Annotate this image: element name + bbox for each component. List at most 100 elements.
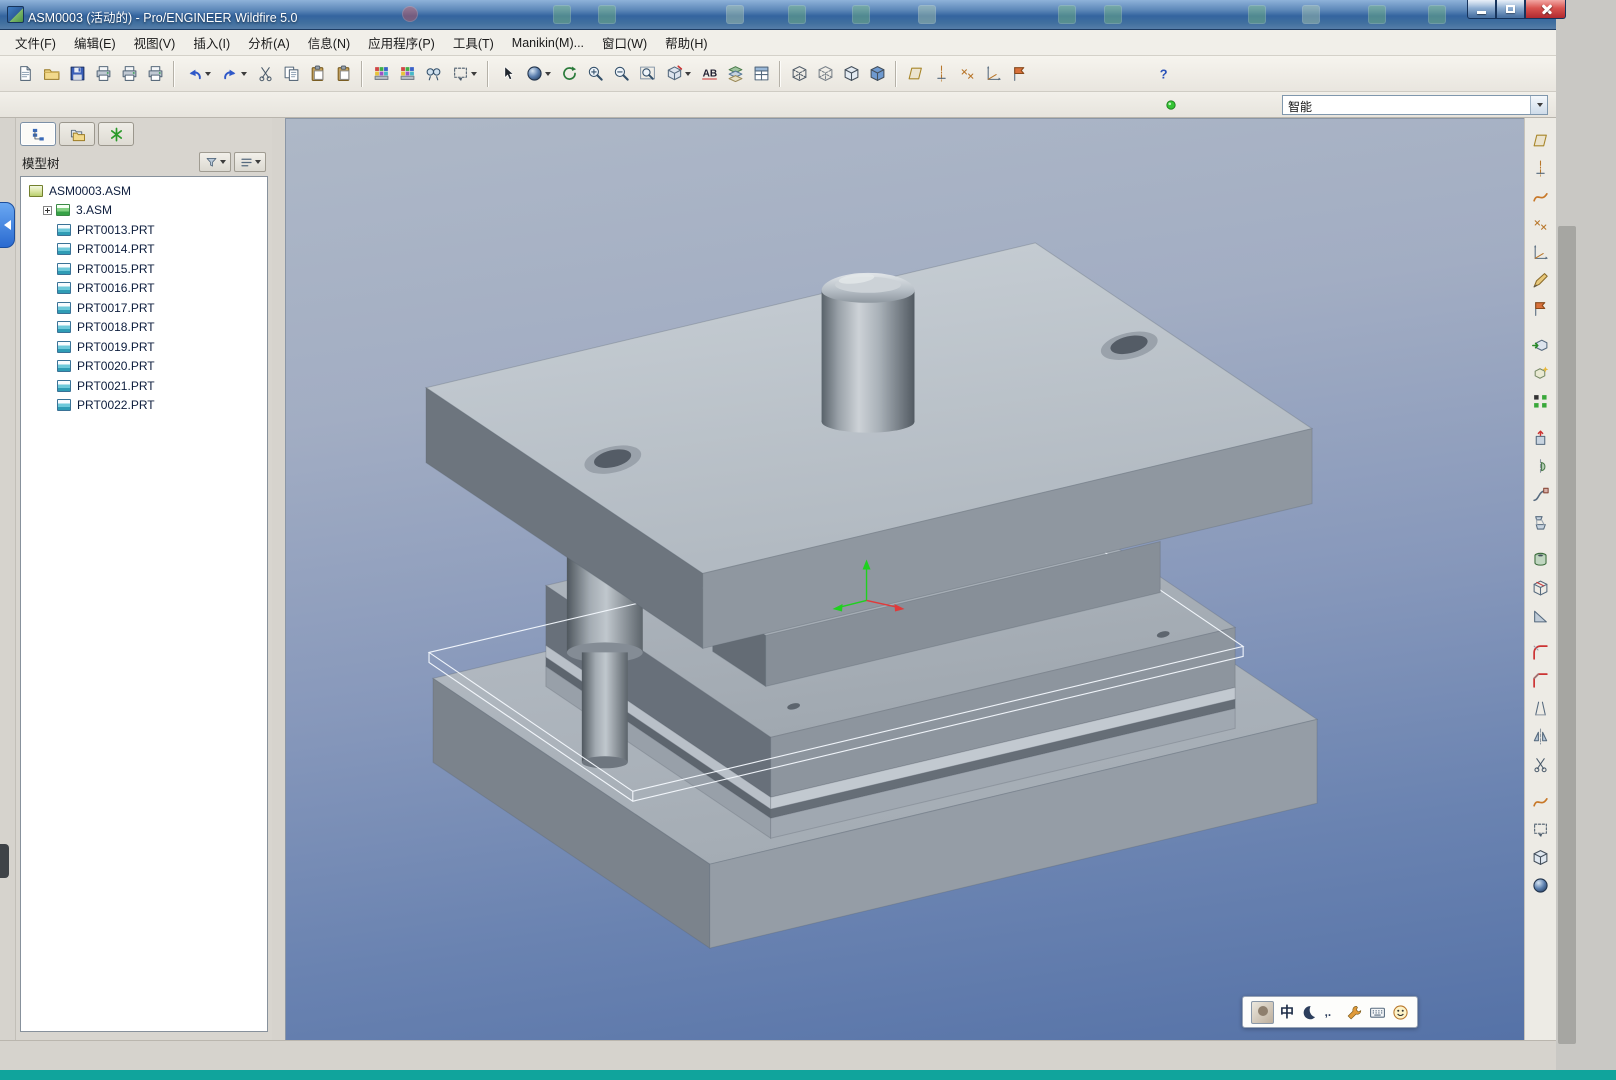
menu-tools[interactable]: 工具(T) (444, 29, 503, 56)
paste-button[interactable] (304, 60, 330, 88)
refit-button[interactable] (634, 60, 660, 88)
hidden-line-display-button[interactable] (812, 60, 838, 88)
sketch-tool-button[interactable] (1528, 268, 1553, 293)
save-file-button[interactable] (64, 60, 90, 88)
menu-analysis[interactable]: 分析(A) (239, 29, 299, 56)
tree-row[interactable]: PRT0021.PRT (21, 376, 267, 396)
layers-button[interactable] (722, 60, 748, 88)
model-shank-cylinder[interactable] (822, 272, 915, 432)
panel-sash[interactable] (272, 118, 285, 1040)
sweep-tool-button[interactable] (1528, 482, 1553, 507)
minimize-button[interactable] (1467, 0, 1496, 19)
plot-button[interactable] (142, 60, 168, 88)
copy-button[interactable] (278, 60, 304, 88)
ime-logo-button[interactable] (1251, 1001, 1274, 1024)
select-items-button[interactable] (494, 60, 520, 88)
new-file-button[interactable] (12, 60, 38, 88)
zoom-out-button[interactable] (608, 60, 634, 88)
no-hidden-display-button[interactable] (838, 60, 864, 88)
folder-browser-tab[interactable] (59, 122, 95, 146)
3d-model-canvas[interactable] (286, 119, 1524, 1040)
cut-button[interactable] (252, 60, 278, 88)
shell-tool-button[interactable] (1528, 575, 1553, 600)
draft-tool-button[interactable] (1528, 696, 1553, 721)
menu-view[interactable]: 视图(V) (125, 29, 185, 56)
tree-row[interactable]: PRT0015.PRT (21, 259, 267, 279)
datum-point-button[interactable] (1528, 212, 1553, 237)
regeneration-status-button[interactable] (1160, 95, 1182, 115)
tree-row[interactable]: PRT0018.PRT (21, 318, 267, 338)
mirror-tool-button[interactable] (1528, 724, 1553, 749)
render-style-button[interactable] (520, 60, 556, 88)
project-tool-button[interactable] (1528, 817, 1553, 842)
tree-settings-menu-button[interactable] (234, 152, 266, 172)
trim-tool-button[interactable] (1528, 752, 1553, 777)
tree-row[interactable]: PRT0017.PRT (21, 298, 267, 318)
tree-row[interactable]: PRT0013.PRT (21, 220, 267, 240)
full-half-width-moon-icon[interactable] (1300, 1004, 1317, 1021)
menu-edit[interactable]: 编辑(E) (65, 29, 125, 56)
blend-tool-button[interactable] (1528, 510, 1553, 535)
regenerate-manager-button[interactable] (394, 60, 420, 88)
model-tree-tab[interactable] (20, 122, 56, 146)
undo-button[interactable] (180, 60, 216, 88)
extrude-tool-button[interactable] (1528, 426, 1553, 451)
settings-wrench-icon[interactable] (1346, 1004, 1363, 1021)
tree-row[interactable]: PRT0014.PRT (21, 240, 267, 260)
tree-row[interactable]: PRT0019.PRT (21, 337, 267, 357)
datum-axes-toggle-button[interactable] (928, 60, 954, 88)
sash-drag-handle[interactable] (0, 844, 9, 878)
menu-info[interactable]: 信息(N) (299, 29, 359, 56)
ime-language-indicator[interactable]: 中 (1280, 1002, 1294, 1022)
tree-row[interactable]: PRT0016.PRT (21, 279, 267, 299)
create-component-button[interactable] (1528, 361, 1553, 386)
close-button[interactable] (1525, 0, 1566, 19)
punctuation-mode-icon[interactable] (1323, 1004, 1340, 1021)
wireframe-display-button[interactable] (786, 60, 812, 88)
menu-applications[interactable]: 应用程序(P) (359, 29, 444, 56)
round-tool-button[interactable] (1528, 640, 1553, 665)
coordinate-system-button[interactable] (1528, 240, 1553, 265)
datum-planes-toggle-button[interactable] (902, 60, 928, 88)
paste-special-button[interactable] (330, 60, 356, 88)
shaded-display-button[interactable] (864, 60, 890, 88)
wrap-tool-button[interactable] (1528, 845, 1553, 870)
tree-row[interactable]: 3.ASM (21, 201, 267, 221)
menu-window[interactable]: 窗口(W) (593, 29, 656, 56)
revolve-tool-button[interactable] (1528, 454, 1553, 479)
selection-filter-combo[interactable]: 智能 (1282, 95, 1548, 115)
print-preview-button[interactable] (116, 60, 142, 88)
redo-button[interactable] (216, 60, 252, 88)
reorient-button[interactable] (660, 60, 696, 88)
menu-help[interactable]: 帮助(H) (656, 29, 716, 56)
menu-insert[interactable]: 插入(I) (184, 29, 239, 56)
style-tool-button[interactable] (1528, 789, 1553, 814)
datum-curve-button[interactable] (1528, 184, 1553, 209)
hole-tool-button[interactable] (1528, 547, 1553, 572)
tree-row-root[interactable]: ASM0003.ASM (21, 181, 267, 201)
print-button[interactable] (90, 60, 116, 88)
annotation-feature-button[interactable] (1528, 296, 1553, 321)
chamfer-tool-button[interactable] (1528, 668, 1553, 693)
datum-plane-button[interactable] (1528, 128, 1553, 153)
navigator-collapse-tab[interactable] (0, 202, 15, 248)
view-manager-button[interactable] (748, 60, 774, 88)
menu-manikin[interactable]: Manikin(M)... (503, 32, 593, 54)
soft-keyboard-icon[interactable] (1369, 1004, 1386, 1021)
spin-center-button[interactable] (556, 60, 582, 88)
graphics-viewport[interactable]: 中 (285, 118, 1524, 1040)
flexible-modeling-button[interactable] (1528, 873, 1553, 898)
datum-points-toggle-button[interactable] (954, 60, 980, 88)
saved-view-list-button[interactable] (696, 60, 722, 88)
zoom-in-button[interactable] (582, 60, 608, 88)
select-by-box-button[interactable] (446, 60, 482, 88)
tree-row[interactable]: PRT0022.PRT (21, 396, 267, 416)
selection-filter-dropdown-button[interactable] (1530, 96, 1547, 114)
pattern-tool-button[interactable] (1528, 389, 1553, 414)
menu-file[interactable]: 文件(F) (6, 29, 65, 56)
assemble-component-button[interactable] (1528, 333, 1553, 358)
tree-filter-menu-button[interactable] (199, 152, 231, 172)
expand-icon[interactable] (43, 206, 52, 215)
maximize-button[interactable] (1496, 0, 1525, 19)
datum-axis-button[interactable] (1528, 156, 1553, 181)
